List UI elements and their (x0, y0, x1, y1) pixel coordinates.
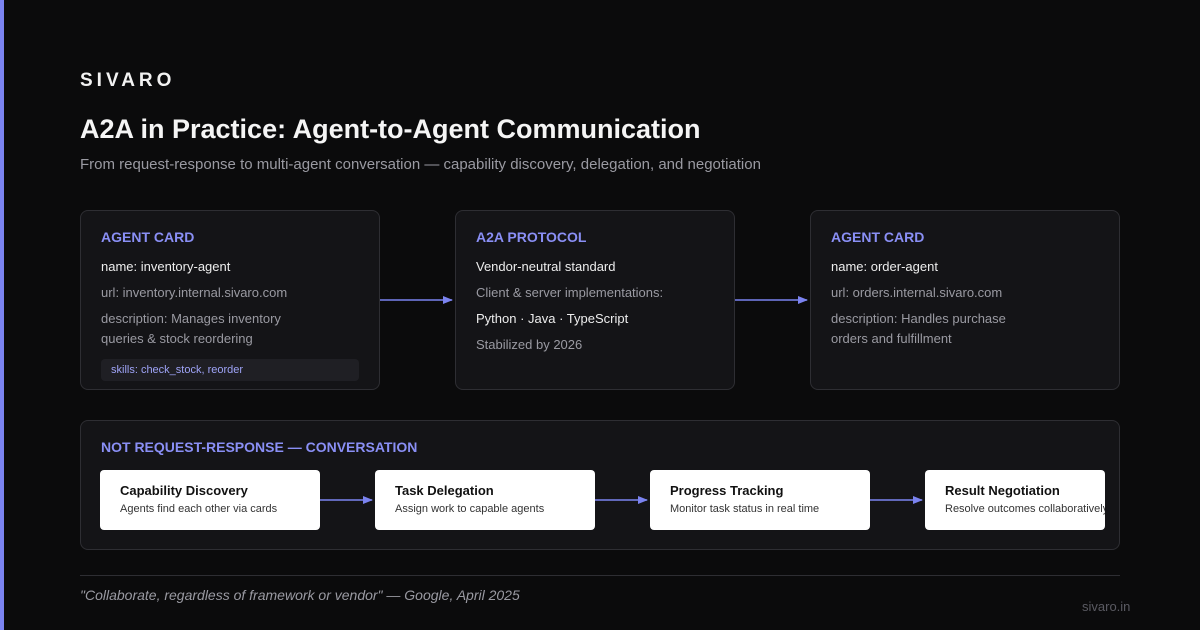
card-label: A2A PROTOCOL (476, 229, 587, 245)
accent-bar (0, 0, 4, 630)
agent-url: url: orders.internal.sivaro.com (831, 285, 1003, 300)
flow-step-result-negotiation: Result Negotiation Resolve outcomes coll… (925, 470, 1105, 530)
card-label: AGENT CARD (831, 229, 925, 245)
step-title: Task Delegation (395, 483, 494, 498)
step-title: Progress Tracking (670, 483, 784, 498)
step-title: Result Negotiation (945, 483, 1060, 498)
protocol-line-3: Python · Java · TypeScript (476, 311, 629, 326)
a2a-protocol-card: A2A PROTOCOL Vendor-neutral standard Cli… (455, 210, 735, 390)
step-description: Resolve outcomes collaboratively (945, 503, 1105, 515)
agent-description: description: Handles purchase orders and… (831, 311, 1006, 346)
protocol-line-2: Client & server implementations: (476, 285, 664, 300)
page-title: A2A in Practice: Agent-to-Agent Communic… (80, 114, 701, 144)
step-description: Agents find each other via cards (120, 503, 278, 515)
footer-url: sivaro.in (1082, 599, 1131, 614)
footer-quote: "Collaborate, regardless of framework or… (80, 587, 520, 603)
footer-divider (80, 575, 1120, 576)
step-description: Monitor task status in real time (670, 503, 820, 515)
agent-name: name: order-agent (831, 259, 938, 274)
step-title: Capability Discovery (120, 483, 248, 498)
flow-step-progress-tracking: Progress Tracking Monitor task status in… (650, 470, 870, 530)
protocol-line-4: Stabilized by 2026 (476, 337, 583, 352)
page-subtitle: From request-response to multi-agent con… (80, 156, 761, 173)
card-label: AGENT CARD (101, 229, 195, 245)
protocol-line-1: Vendor-neutral standard (476, 259, 616, 274)
flow-step-capability-discovery: Capability Discovery Agents find each ot… (100, 470, 320, 530)
agent-card-order: AGENT CARD name: order-agent url: orders… (810, 210, 1120, 390)
agent-url: url: inventory.internal.sivaro.com (101, 285, 288, 300)
flow-label: NOT REQUEST-RESPONSE — CONVERSATION (101, 439, 418, 455)
agent-name: name: inventory-agent (101, 259, 231, 274)
brand-logo: SIVARO (80, 70, 176, 91)
agent-card-inventory: AGENT CARD name: inventory-agent url: in… (80, 210, 380, 390)
agent-description: description: Manages inventory queries &… (101, 311, 281, 346)
flow-step-task-delegation: Task Delegation Assign work to capable a… (375, 470, 595, 530)
step-description: Assign work to capable agents (395, 503, 545, 515)
agent-skills: skills: check_stock, reorder (101, 359, 359, 381)
